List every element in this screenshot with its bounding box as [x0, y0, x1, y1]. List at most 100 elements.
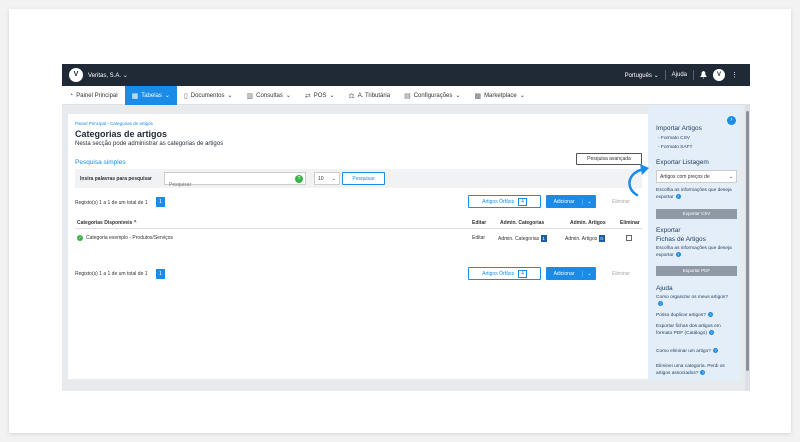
import-title: Importar Artigos — [656, 125, 702, 132]
export-sheets-title-2: Fichas de Artigos — [656, 236, 706, 243]
menu-item-tabelas[interactable]: ▦ Tabelas ⌄ — [124, 86, 177, 105]
export-pdf-button[interactable]: Exportar PDF — [656, 266, 737, 276]
chevron-right-icon[interactable]: › — [727, 116, 736, 125]
breadcrumb-home[interactable]: Painel Principal — [75, 121, 106, 126]
help-link[interactable]: Ajuda — [672, 72, 687, 78]
divider — [664, 70, 666, 80]
menu-label: A. Tributária — [357, 92, 391, 99]
admin-categories-label: Admin. Categorias — [498, 235, 540, 242]
help-item[interactable]: Posso duplicar artigos?? — [656, 312, 734, 319]
search-input[interactable] — [165, 179, 285, 191]
help-icon: ? — [658, 301, 663, 306]
avatar[interactable]: V — [713, 69, 725, 81]
breadcrumb-separator: › — [107, 121, 109, 126]
table-icon: ▦ — [131, 92, 139, 100]
delete-button-bottom[interactable]: Eliminar — [612, 271, 630, 277]
menu-item-marketplace[interactable]: ▩ Marketplace ⌄ — [467, 86, 531, 105]
help-item[interactable]: Exportar fichas dos artigos em formato P… — [656, 324, 734, 337]
menu-label: POS — [313, 92, 327, 99]
help-title: Ajuda — [656, 285, 673, 292]
admin-categories-link[interactable]: Admin. Categorias 1 — [498, 235, 547, 242]
bell-icon[interactable] — [700, 71, 707, 79]
chevron-down-icon: ⌄ — [227, 93, 233, 99]
language-selector[interactable]: Português ⌄ — [625, 72, 659, 79]
screenshot-frame: V Veritas, S.A. ⌄ Português ⌄ Ajuda V ⋮ … — [9, 9, 791, 433]
callout-arrow-icon — [628, 164, 649, 197]
help-icon[interactable]: ? — [675, 252, 681, 257]
menu-label: Consultas — [256, 92, 283, 99]
orphan-articles-button[interactable]: Artigos Órfãos 4 — [468, 195, 541, 208]
chevron-down-icon[interactable]: ⌄ — [582, 198, 596, 205]
tax-icon: ⚖ — [348, 92, 355, 100]
search-input-wrap: ? — [164, 172, 306, 191]
sidebar: › Importar Artigos - Formato CSV - Forma… — [648, 105, 740, 380]
scrollbar-thumb[interactable] — [746, 111, 749, 371]
add-label: Adicionar — [553, 198, 575, 205]
menu-item-painel-principal[interactable]: ◔ Painel Principal — [62, 86, 125, 105]
scrollbar[interactable] — [745, 105, 750, 391]
menu-label: Configurações — [413, 92, 453, 99]
help-item[interactable]: Como eliminar um artigo?? — [656, 348, 734, 355]
chevron-down-icon: ⌄ — [653, 72, 659, 79]
add-label: Adicionar — [553, 270, 575, 277]
admin-articles-count: 0 — [598, 235, 605, 242]
company-name: Veritas, S.A. — [88, 73, 122, 79]
help-icon[interactable]: ? — [675, 194, 681, 199]
menu-item-documentos[interactable]: ▯ Documentos ⌄ — [177, 86, 240, 105]
help-item[interactable]: Como organizar os meus artigos?? — [656, 295, 734, 308]
simple-search-tab[interactable]: Pesquisa simples — [75, 159, 126, 166]
admin-articles-link[interactable]: Admin. Artigos 0 — [565, 235, 605, 242]
chevron-down-icon: ⌄ — [122, 73, 128, 79]
pagination-page[interactable]: 1 — [156, 197, 165, 207]
edit-link[interactable]: Editar — [472, 235, 485, 241]
orphan-count: 4 — [518, 197, 527, 206]
pos-icon: ⇄ — [304, 92, 311, 100]
import-csv-link[interactable]: - Formato CSV — [658, 136, 690, 142]
table-row: ✓ Categoria exemplo - Produtos/Serviços … — [75, 232, 642, 245]
chevron-down-icon: ⌄ — [519, 93, 525, 99]
help-item-text: Posso duplicar artigos? — [656, 312, 706, 318]
chevron-down-icon: ⌄ — [329, 93, 335, 99]
column-header-edit: Editar — [472, 220, 487, 226]
menu-item-a-tributaria[interactable]: ⚖ A. Tributária — [341, 86, 397, 105]
chevron-down-icon: ⌄ — [331, 175, 336, 182]
help-icon[interactable]: ? — [295, 175, 303, 183]
chevron-down-icon[interactable]: ⌄ — [582, 270, 596, 277]
chevron-down-icon: ⌄ — [285, 93, 291, 99]
per-page-select[interactable]: 10 ⌄ — [314, 172, 340, 185]
settings-icon: ▤ — [404, 92, 411, 100]
pagination-page-bottom[interactable]: 1 — [156, 269, 165, 279]
delete-checkbox[interactable] — [626, 235, 632, 241]
main-content: Painel Principal › Categorias de artigos… — [68, 114, 648, 379]
import-saft-link[interactable]: - Formato SAFT — [658, 145, 692, 151]
menu-label: Marketplace — [484, 92, 517, 99]
help-item-text: Eliminei uma categoria. Perdi os artigos… — [656, 364, 725, 376]
category-name: Categoria exemplo - Produtos/Serviços — [86, 235, 173, 241]
menu-label: Painel Principal — [76, 92, 118, 99]
column-header-admin-articles: Admin. Artigos — [570, 220, 606, 226]
add-button[interactable]: Adicionar ⌄ — [546, 195, 596, 208]
add-button-bottom[interactable]: Adicionar ⌄ — [546, 267, 596, 280]
more-vertical-icon[interactable]: ⋮ — [731, 71, 738, 79]
menu-item-consultas[interactable]: ▥ Consultas ⌄ — [240, 86, 298, 105]
company-selector[interactable]: Veritas, S.A. ⌄ — [88, 72, 128, 79]
company-logo[interactable]: V — [69, 68, 83, 82]
orphan-count: 4 — [518, 269, 527, 278]
app-window: V Veritas, S.A. ⌄ Português ⌄ Ajuda V ⋮ … — [62, 64, 750, 391]
export-select[interactable]: Artigos com preços de ⌄ — [656, 170, 737, 183]
column-header-categories[interactable]: Categorias Disponíveis ^ — [77, 220, 137, 226]
top-bar-right: Português ⌄ Ajuda V ⋮ — [625, 68, 738, 82]
export-csv-button[interactable]: Exportar CSV — [656, 209, 737, 219]
help-item[interactable]: Eliminei uma categoria. Perdi os artigos… — [656, 364, 734, 377]
orphan-articles-button-bottom[interactable]: Artigos Órfãos 4 — [468, 267, 541, 280]
per-page-value: 10 — [318, 175, 324, 182]
menu-item-configuracoes[interactable]: ▤ Configurações ⌄ — [397, 86, 467, 105]
menu-item-pos[interactable]: ⇄ POS ⌄ — [298, 86, 342, 105]
search-button[interactable]: Pesquisar — [342, 172, 385, 185]
language-label: Português — [624, 72, 652, 79]
column-header-admin-categories: Admin. Categorias — [500, 220, 545, 226]
divider — [693, 70, 694, 80]
top-bar: V Veritas, S.A. ⌄ Português ⌄ Ajuda V ⋮ — [62, 64, 750, 86]
delete-button[interactable]: Eliminar — [612, 199, 630, 205]
chevron-down-icon: ⌄ — [728, 173, 733, 180]
